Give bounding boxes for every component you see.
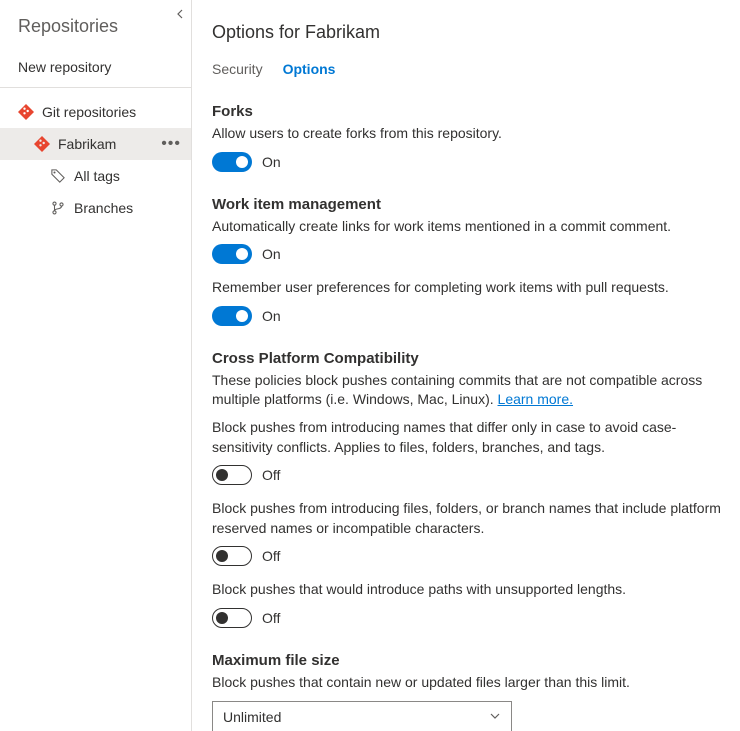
more-options-button[interactable]: ••• (157, 135, 185, 153)
tree-item-label: Fabrikam (58, 136, 157, 152)
chevron-down-icon (489, 709, 501, 725)
cross-platform-toggle2-label: Off (262, 548, 280, 564)
cross-platform-intro-text: These policies block pushes containing c… (212, 372, 702, 408)
tab-security[interactable]: Security (212, 61, 263, 81)
tree-item-git-repositories[interactable]: Git repositories (0, 96, 191, 128)
cross-platform-toggle3-label: Off (262, 610, 280, 626)
max-file-size-value: Unlimited (223, 709, 281, 725)
cross-platform-toggle2-row: Off (212, 546, 722, 566)
forks-toggle-row: On (212, 152, 722, 172)
repository-tree: Git repositories Fabrikam ••• All tags B… (0, 94, 191, 224)
sidebar-divider (0, 87, 191, 88)
tabs: Security Options (212, 61, 722, 81)
work-items-desc2: Remember user preferences for completing… (212, 278, 722, 298)
tab-options[interactable]: Options (283, 61, 336, 81)
section-title-forks: Forks (212, 103, 722, 120)
section-title-cross-platform: Cross Platform Compatibility (212, 350, 722, 367)
tree-item-label: Branches (74, 200, 185, 216)
work-items-toggle1-row: On (212, 244, 722, 264)
forks-toggle[interactable] (212, 152, 252, 172)
cross-platform-toggle3-row: Off (212, 608, 722, 628)
sidebar: Repositories New repository Git reposito… (0, 0, 192, 731)
cross-platform-toggle3[interactable] (212, 608, 252, 628)
work-items-toggle2-label: On (262, 308, 281, 324)
tag-icon (50, 168, 66, 184)
work-items-toggle1-label: On (262, 246, 281, 262)
work-items-toggle2[interactable] (212, 306, 252, 326)
section-title-work-items: Work item management (212, 196, 722, 213)
cross-platform-toggle1-row: Off (212, 465, 722, 485)
main-content: Options for Fabrikam Security Options Fo… (192, 0, 740, 731)
section-forks: Forks Allow users to create forks from t… (212, 103, 722, 172)
section-max-file-size: Maximum file size Block pushes that cont… (212, 652, 722, 731)
tree-item-fabrikam[interactable]: Fabrikam ••• (0, 128, 191, 160)
cross-platform-intro: These policies block pushes containing c… (212, 371, 722, 410)
section-work-items: Work item management Automatically creat… (212, 196, 722, 326)
section-cross-platform: Cross Platform Compatibility These polic… (212, 350, 722, 628)
tree-item-branches[interactable]: Branches (0, 192, 191, 224)
work-items-desc1: Automatically create links for work item… (212, 217, 722, 237)
git-icon (34, 136, 50, 152)
learn-more-link[interactable]: Learn more. (498, 391, 573, 407)
cross-platform-toggle1-label: Off (262, 467, 280, 483)
sidebar-collapse-button[interactable] (175, 6, 185, 22)
cross-platform-desc3: Block pushes that would introduce paths … (212, 580, 722, 600)
tree-item-label: Git repositories (42, 104, 185, 120)
sidebar-title: Repositories (0, 8, 191, 49)
branch-icon (50, 200, 66, 216)
forks-toggle-label: On (262, 154, 281, 170)
work-items-toggle2-row: On (212, 306, 722, 326)
work-items-toggle1[interactable] (212, 244, 252, 264)
git-icon (18, 104, 34, 120)
forks-desc: Allow users to create forks from this re… (212, 124, 722, 144)
cross-platform-desc1: Block pushes from introducing names that… (212, 418, 722, 457)
max-file-size-select[interactable]: Unlimited (212, 701, 512, 731)
section-title-max-file: Maximum file size (212, 652, 722, 669)
new-repository-link[interactable]: New repository (0, 49, 191, 85)
cross-platform-toggle1[interactable] (212, 465, 252, 485)
cross-platform-toggle2[interactable] (212, 546, 252, 566)
tree-item-label: All tags (74, 168, 185, 184)
cross-platform-desc2: Block pushes from introducing files, fol… (212, 499, 722, 538)
page-title: Options for Fabrikam (212, 22, 722, 43)
tree-item-all-tags[interactable]: All tags (0, 160, 191, 192)
max-file-desc: Block pushes that contain new or updated… (212, 673, 722, 693)
